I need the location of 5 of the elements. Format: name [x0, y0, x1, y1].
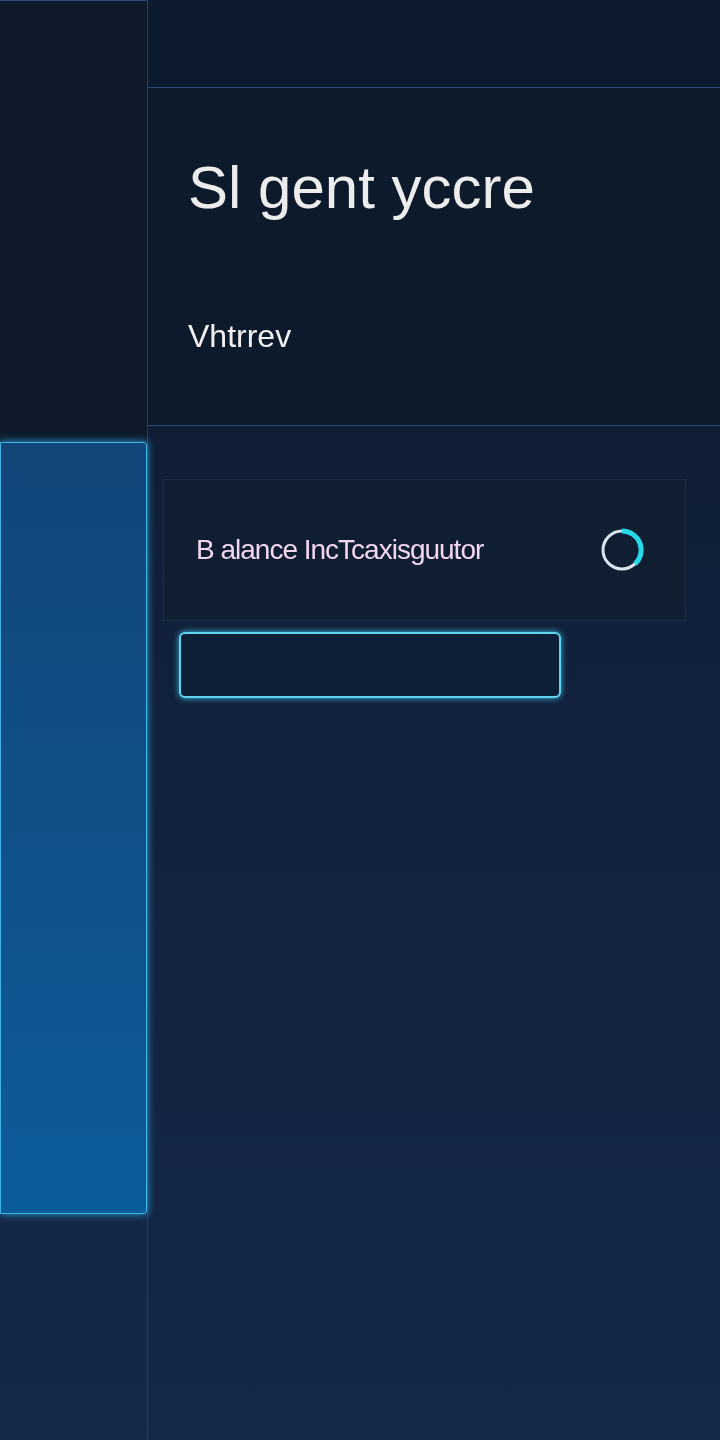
page-subtitle: Vhtrrev — [188, 320, 292, 352]
status-label: B alance IncTcaxisguutor — [196, 533, 484, 567]
page-title: Sl gent yccre — [188, 158, 535, 218]
loading-spinner-icon — [599, 527, 645, 573]
input-field[interactable] — [179, 632, 561, 698]
